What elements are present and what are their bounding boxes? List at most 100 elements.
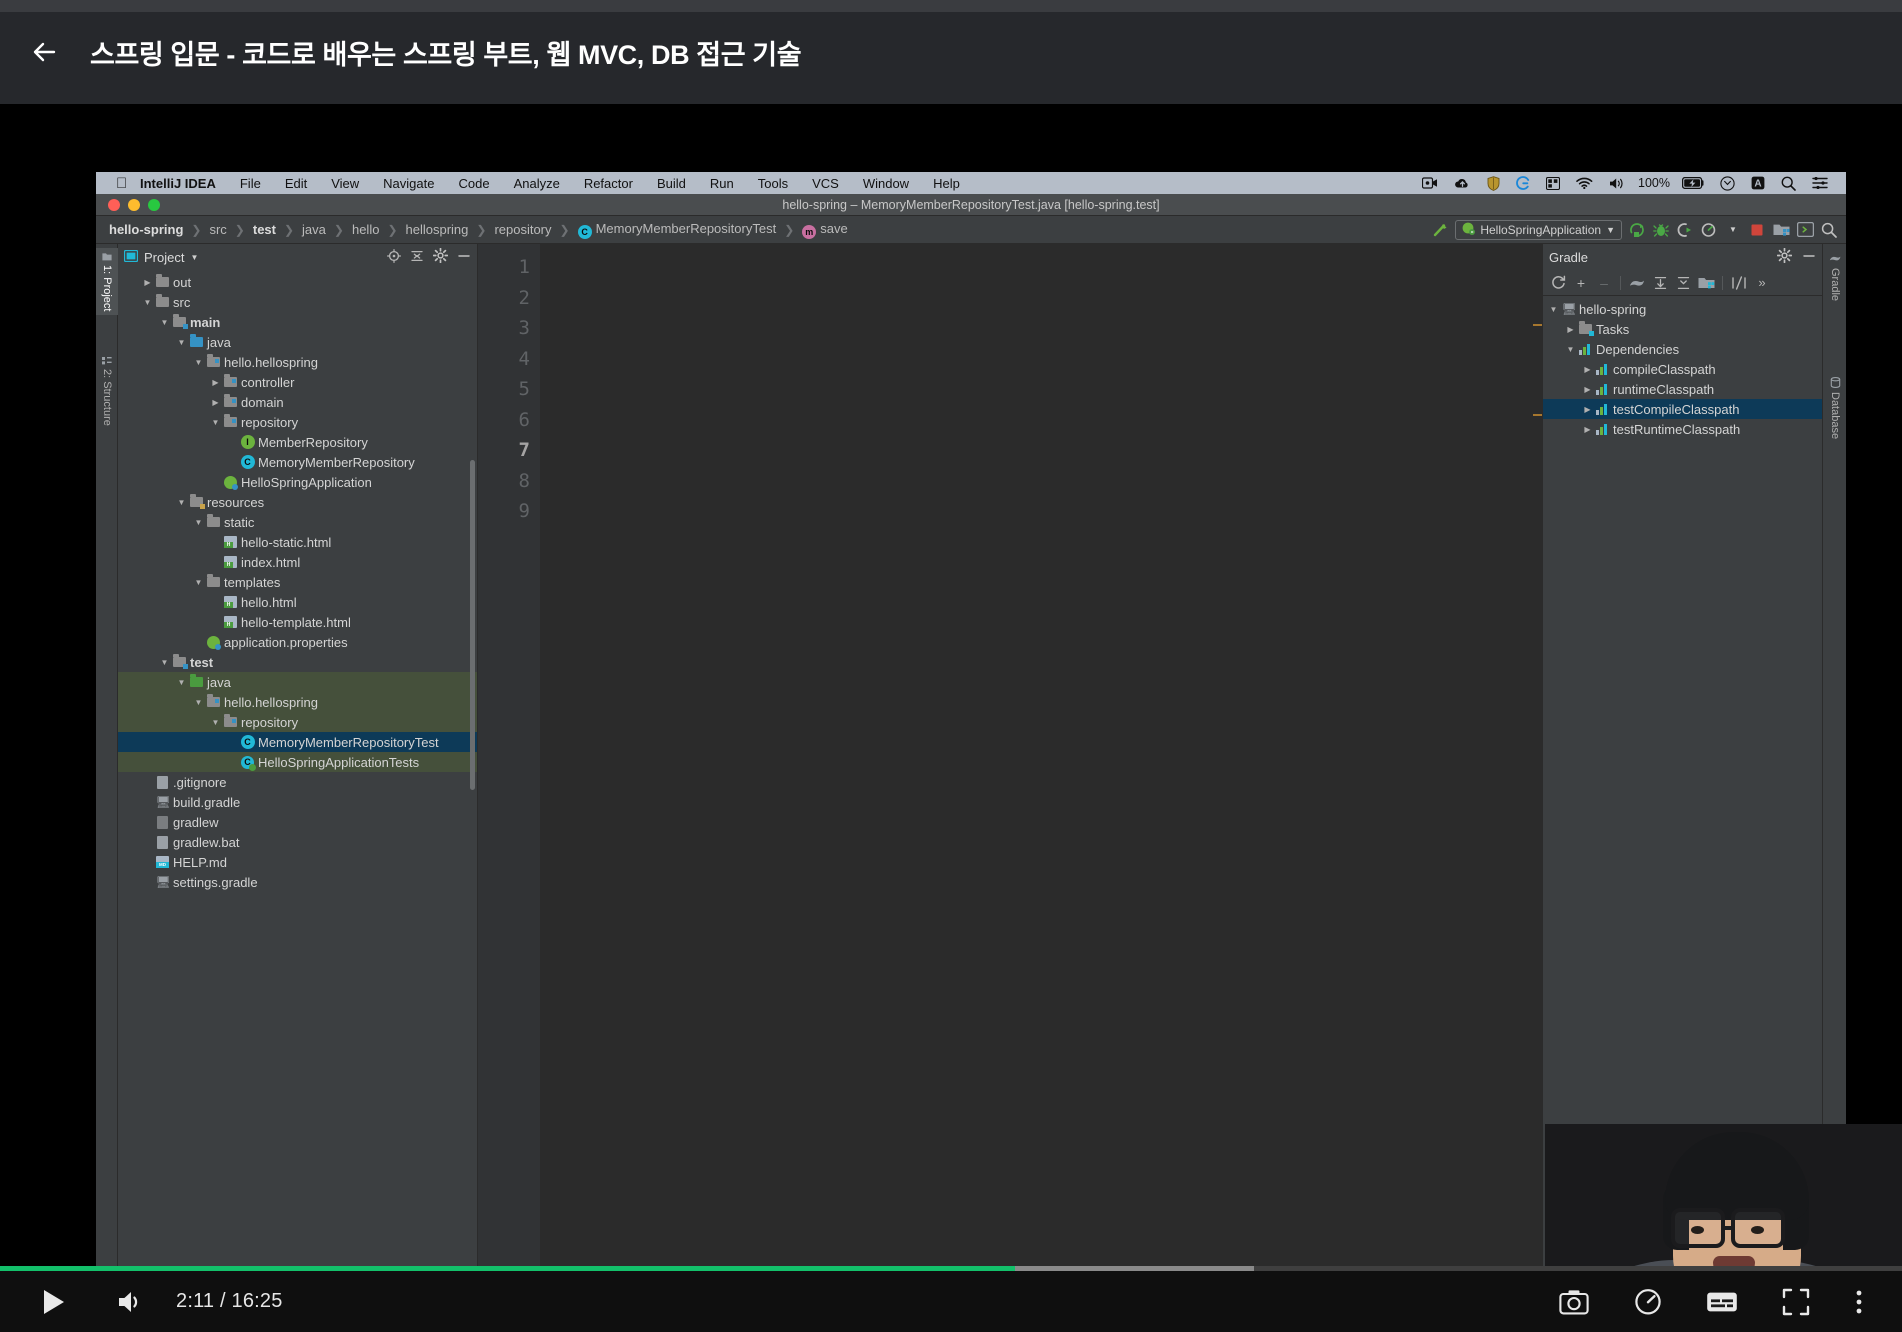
menu-item-run[interactable]: Run xyxy=(698,176,746,191)
window-minimize-button[interactable] xyxy=(128,198,140,211)
project-tree-node[interactable]: HelloSpringApplication xyxy=(118,472,477,492)
cloud-icon[interactable] xyxy=(1446,177,1479,189)
tree-expand-arrow-icon[interactable]: ▶ xyxy=(1564,325,1577,334)
menu-item-analyze[interactable]: Analyze xyxy=(502,176,572,191)
project-tree-node[interactable]: ▼ test xyxy=(118,652,477,672)
menu-item-edit[interactable]: Edit xyxy=(273,176,319,191)
apple-logo-icon[interactable]:  xyxy=(112,176,128,191)
gear-icon[interactable] xyxy=(1776,247,1793,266)
more-icon[interactable]: » xyxy=(1752,273,1772,293)
rail-tab-structure[interactable]: 2: Structure xyxy=(96,352,118,430)
locate-icon[interactable] xyxy=(387,248,401,266)
chevron-down-icon[interactable]: ▼ xyxy=(190,253,198,262)
project-structure-icon[interactable] xyxy=(1772,221,1790,239)
refresh-icon[interactable] xyxy=(1548,273,1568,293)
tree-expand-arrow-icon[interactable]: ▼ xyxy=(141,298,154,307)
rail-tab-project[interactable]: 1: Project xyxy=(96,248,118,316)
tree-expand-arrow-icon[interactable]: ▼ xyxy=(209,418,222,427)
run-icon[interactable] xyxy=(1628,221,1646,239)
search-everywhere-icon[interactable] xyxy=(1820,221,1838,239)
project-tree-node[interactable]: ▼ templates xyxy=(118,572,477,592)
project-tree[interactable]: ▶ out ▼ src ▼ main ▼ java ▼ hello.hellospring ▶ con… xyxy=(118,270,477,1332)
tree-expand-arrow-icon[interactable]: ▶ xyxy=(1581,405,1594,414)
gradle-tree-node[interactable]: ▶ runtimeClasspath xyxy=(1543,379,1822,399)
project-tree-node[interactable]: ▼ hello.hellospring xyxy=(118,692,477,712)
remove-icon[interactable]: – xyxy=(1594,273,1614,293)
more-vertical-icon[interactable] xyxy=(1844,1276,1874,1328)
project-tree-node[interactable]: .gitignore xyxy=(118,772,477,792)
speed-icon[interactable] xyxy=(1622,1276,1674,1328)
shield-icon[interactable] xyxy=(1479,175,1508,191)
project-tree-node[interactable]: index.html xyxy=(118,552,477,572)
project-tree-node[interactable]: C MemoryMemberRepository xyxy=(118,452,477,472)
window-close-button[interactable] xyxy=(108,198,120,211)
gear-icon[interactable] xyxy=(432,247,449,266)
tree-expand-arrow-icon[interactable]: ▼ xyxy=(192,358,205,367)
fullscreen-icon[interactable] xyxy=(1770,1276,1822,1328)
project-tree-node[interactable]: ▼ repository xyxy=(118,712,477,732)
project-tree-node[interactable]: application.properties xyxy=(118,632,477,652)
toggle-offline-icon[interactable] xyxy=(1729,273,1749,293)
project-tree-node[interactable]: ▼ main xyxy=(118,312,477,332)
breadcrumb-hello[interactable]: hello xyxy=(349,222,382,237)
debug-icon[interactable] xyxy=(1652,221,1670,239)
tree-expand-arrow-icon[interactable]: ▼ xyxy=(175,498,188,507)
execute-gradle-task-icon[interactable] xyxy=(1627,273,1647,293)
menu-item-navigate[interactable]: Navigate xyxy=(371,176,446,191)
window-maximize-button[interactable] xyxy=(148,198,160,211)
project-tree-node[interactable]: ▼ java xyxy=(118,332,477,352)
gradle-tree-node[interactable]: ▶ testCompileClasspath xyxy=(1543,399,1822,419)
menu-item-window[interactable]: Window xyxy=(851,176,921,191)
project-tree-node[interactable]: hello-static.html xyxy=(118,532,477,552)
project-tree-node[interactable]: gradlew.bat xyxy=(118,832,477,852)
collapse-all-icon[interactable] xyxy=(1673,273,1693,293)
hide-icon[interactable] xyxy=(457,249,471,266)
build-icon[interactable] xyxy=(1431,221,1449,239)
menu-item-build[interactable]: Build xyxy=(645,176,698,191)
project-tree-node[interactable]: C MemoryMemberRepositoryTest xyxy=(118,732,477,752)
menu-item-refactor[interactable]: Refactor xyxy=(572,176,645,191)
tree-expand-arrow-icon[interactable]: ▼ xyxy=(209,718,222,727)
volume-icon[interactable] xyxy=(106,1276,158,1328)
project-tree-scrollbar[interactable] xyxy=(470,460,475,790)
tree-expand-arrow-icon[interactable]: ▼ xyxy=(1547,305,1560,314)
arrow-left-icon[interactable] xyxy=(24,32,64,72)
tree-expand-arrow-icon[interactable]: ▶ xyxy=(209,398,222,407)
project-tree-node[interactable]: C HelloSpringApplicationTests xyxy=(118,752,477,772)
gradle-tree-node[interactable]: ▼ Dependencies xyxy=(1543,339,1822,359)
wifi-icon[interactable] xyxy=(1568,177,1601,189)
tree-expand-arrow-icon[interactable]: ▶ xyxy=(1581,365,1594,374)
run-configuration-selector[interactable]: HelloSpringApplication ▼ xyxy=(1455,219,1622,240)
gradle-tree-node[interactable]: ▶ compileClasspath xyxy=(1543,359,1822,379)
gradle-tree-node[interactable]: ▶ Tasks xyxy=(1543,319,1822,339)
project-tree-node[interactable]: ▶ domain xyxy=(118,392,477,412)
rail-tab-gradle[interactable]: Gradle xyxy=(1823,248,1846,306)
tree-expand-arrow-icon[interactable]: ▼ xyxy=(192,698,205,707)
project-tree-node[interactable]: 🖥 build.gradle xyxy=(118,792,477,812)
spotlight-search-icon[interactable] xyxy=(1773,176,1804,191)
tree-expand-arrow-icon[interactable]: ▼ xyxy=(192,518,205,527)
project-tree-node[interactable]: ▼ repository xyxy=(118,412,477,432)
project-tree-node[interactable]: ▼ hello.hellospring xyxy=(118,352,477,372)
project-tree-node[interactable]: ▼ java xyxy=(118,672,477,692)
clock-icon[interactable] xyxy=(1712,175,1743,191)
run-with-coverage-icon[interactable] xyxy=(1676,221,1694,239)
project-tree-node[interactable]: hello-template.html xyxy=(118,612,477,632)
volume-icon[interactable] xyxy=(1601,177,1634,190)
expand-all-icon[interactable] xyxy=(1650,273,1670,293)
menu-item-vcs[interactable]: VCS xyxy=(800,176,851,191)
tree-expand-arrow-icon[interactable]: ▼ xyxy=(192,578,205,587)
collapse-all-icon[interactable] xyxy=(410,249,424,266)
tree-expand-arrow-icon[interactable]: ▼ xyxy=(158,318,171,327)
breadcrumb-hellospring[interactable]: hellospring xyxy=(403,222,472,237)
project-tree-node[interactable]: ▼ src xyxy=(118,292,477,312)
tree-expand-arrow-icon[interactable]: ▼ xyxy=(175,338,188,347)
grid-icon[interactable] xyxy=(1538,176,1568,190)
breadcrumb-class[interactable]: C MemoryMemberRepositoryTest xyxy=(575,221,780,239)
add-icon[interactable]: + xyxy=(1571,273,1591,293)
camera-icon[interactable] xyxy=(1548,1276,1600,1328)
tree-expand-arrow-icon[interactable]: ▶ xyxy=(209,378,222,387)
menu-item-help[interactable]: Help xyxy=(921,176,972,191)
hide-icon[interactable] xyxy=(1802,249,1816,266)
menu-item-tools[interactable]: Tools xyxy=(746,176,800,191)
